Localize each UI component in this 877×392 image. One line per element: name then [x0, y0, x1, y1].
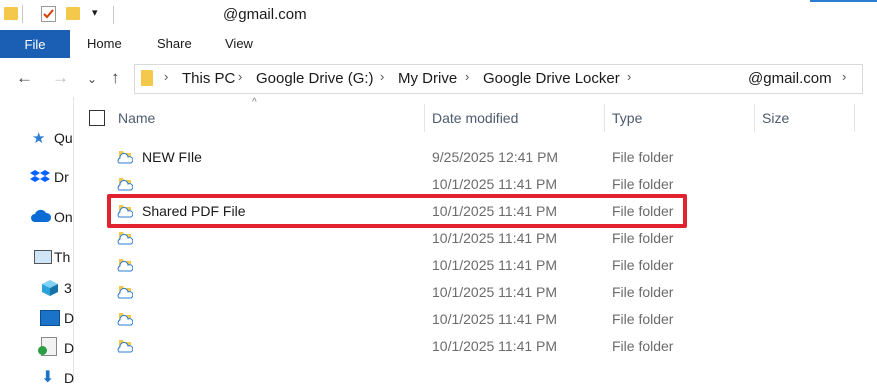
nav-item-documents[interactable]: D: [64, 340, 74, 362]
file-type: File folder: [612, 257, 674, 273]
file-date-modified: 10/1/2025 11:41 PM: [432, 338, 558, 354]
recent-locations-chevron-icon[interactable]: ⌄: [87, 72, 97, 86]
column-divider[interactable]: [754, 104, 755, 132]
toolbar-divider: [22, 5, 23, 23]
chevron-right-icon[interactable]: ›: [380, 69, 384, 84]
table-row[interactable]: 10/1/2025 11:41 PM File folder: [108, 278, 688, 305]
nav-item-3d-objects[interactable]: 3: [64, 280, 74, 302]
file-type: File folder: [612, 176, 674, 192]
folder-icon[interactable]: [4, 7, 18, 20]
ribbon: [0, 30, 877, 58]
chevron-right-icon[interactable]: ›: [465, 69, 469, 84]
document-icon: [38, 337, 57, 356]
tab-view[interactable]: View: [225, 36, 253, 51]
window-title: @gmail.com: [223, 6, 307, 23]
select-all-checkbox[interactable]: [89, 110, 105, 126]
chevron-right-icon[interactable]: ›: [238, 69, 242, 84]
column-divider[interactable]: [604, 104, 605, 132]
column-header-name[interactable]: Name: [118, 110, 155, 126]
file-date-modified: 10/1/2025 11:41 PM: [432, 230, 558, 246]
file-type: File folder: [612, 311, 674, 327]
cloud-folder-icon: [117, 310, 134, 326]
tab-home[interactable]: Home: [87, 36, 122, 51]
forward-arrow-icon[interactable]: →: [52, 68, 69, 88]
table-row[interactable]: 10/1/2025 11:41 PM File folder: [108, 170, 688, 197]
table-row[interactable]: 10/1/2025 11:41 PM File folder: [108, 224, 688, 251]
cloud-folder-icon: [117, 337, 134, 353]
breadcrumb-this-pc[interactable]: This PC: [182, 70, 235, 87]
nav-item-downloads[interactable]: D: [64, 370, 74, 392]
column-header-date-modified[interactable]: Date modified: [432, 110, 518, 126]
table-row[interactable]: 10/1/2025 11:41 PM File folder: [108, 251, 688, 278]
tab-share[interactable]: Share: [157, 36, 192, 51]
nav-item-onedrive[interactable]: On: [54, 209, 74, 231]
column-divider[interactable]: [424, 104, 425, 132]
dropbox-icon: [30, 167, 50, 187]
file-type: File folder: [612, 230, 674, 246]
breadcrumb-google-drive[interactable]: Google Drive (G:): [256, 70, 374, 87]
pc-icon: [34, 250, 52, 264]
breadcrumb-my-drive[interactable]: My Drive: [398, 70, 457, 87]
cloud-folder-icon: [117, 229, 134, 245]
file-date-modified: 10/1/2025 11:41 PM: [432, 257, 558, 273]
back-arrow-icon[interactable]: ←: [16, 68, 33, 88]
sort-ascending-icon: ^: [252, 97, 257, 108]
chevron-right-icon[interactable]: ›: [627, 69, 631, 84]
file-date-modified: 10/1/2025 11:41 PM: [432, 311, 558, 327]
cube-icon: [40, 278, 60, 298]
address-folder-icon: [141, 70, 153, 86]
star-icon: ★: [32, 130, 46, 147]
table-row[interactable]: NEW FIle 9/25/2025 12:41 PM File folder: [108, 143, 688, 170]
chevron-right-icon[interactable]: ›: [842, 69, 846, 84]
cloud-folder-icon: [117, 175, 134, 191]
title-divider: [113, 6, 114, 24]
file-date-modified: 10/1/2025 11:41 PM: [432, 284, 558, 300]
nav-item-quick-access[interactable]: Qu: [54, 130, 74, 152]
chevron-right-icon[interactable]: ›: [164, 69, 168, 84]
new-folder-icon[interactable]: [66, 7, 80, 20]
cloud-folder-icon: [117, 283, 134, 299]
column-divider[interactable]: [854, 104, 855, 132]
table-row[interactable]: 10/1/2025 11:41 PM File folder: [108, 305, 688, 332]
cloud-folder-icon: [117, 148, 134, 164]
breadcrumb-google-drive-locker[interactable]: Google Drive Locker: [483, 70, 620, 87]
properties-icon[interactable]: [41, 6, 56, 22]
file-date-modified: 9/25/2025 12:41 PM: [432, 149, 559, 165]
nav-item-desktop[interactable]: D: [64, 310, 74, 332]
file-type: File folder: [612, 284, 674, 300]
cloud-icon: [30, 209, 52, 223]
nav-item-this-pc[interactable]: Th: [54, 249, 74, 271]
download-icon: ⬇: [41, 369, 55, 386]
window-controls-accent: [810, 0, 877, 2]
desktop-icon: [40, 310, 60, 326]
column-header-type[interactable]: Type: [612, 110, 642, 126]
file-type: File folder: [612, 149, 674, 165]
nav-item-dropbox[interactable]: Dr: [54, 169, 74, 191]
tab-file[interactable]: File: [0, 30, 70, 58]
cloud-folder-icon: [117, 256, 134, 272]
column-header-size[interactable]: Size: [762, 110, 789, 126]
breadcrumb-account[interactable]: @gmail.com: [748, 70, 832, 87]
file-name: NEW FIle: [142, 149, 202, 165]
table-row[interactable]: 10/1/2025 11:41 PM File folder: [108, 332, 688, 359]
highlight-box: [107, 194, 687, 228]
chevron-down-icon[interactable]: ▾: [92, 6, 98, 19]
title-bar: [0, 0, 877, 30]
file-date-modified: 10/1/2025 11:41 PM: [432, 176, 558, 192]
up-arrow-icon[interactable]: ↑: [111, 68, 120, 88]
file-type: File folder: [612, 338, 674, 354]
